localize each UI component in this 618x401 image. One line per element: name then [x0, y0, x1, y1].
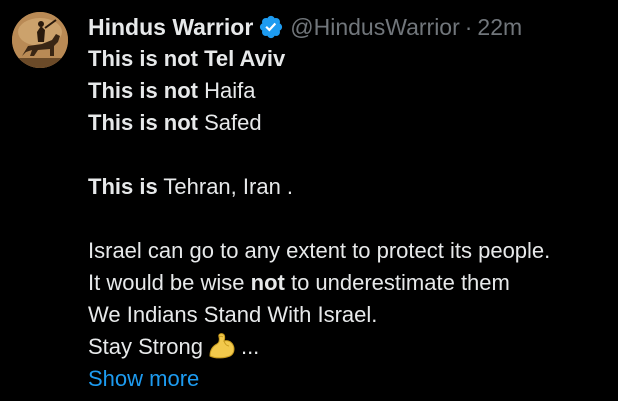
tweet-line: This is not Haifa: [88, 75, 608, 107]
tweet-line: It would be wise not to underestimate th…: [88, 267, 608, 299]
plain-text: Haifa: [198, 78, 256, 103]
flexed-biceps-icon: [207, 332, 237, 360]
show-more-link[interactable]: Show more: [88, 366, 199, 391]
bold-text: not: [250, 270, 285, 295]
ellipsis: ...: [240, 334, 260, 359]
bold-text: This is not: [88, 78, 198, 103]
tweet-header: Hindus Warrior @HindusWarrior · 22m: [88, 12, 522, 42]
plain-text: Safed: [198, 110, 262, 135]
tweet-line: This is not Tel Aviv: [88, 43, 608, 75]
bold-text: This is not Tel Aviv: [88, 46, 286, 71]
show-more-row: Show more: [88, 363, 608, 395]
bold-text: This is not: [88, 110, 198, 135]
plain-text: Stay Strong: [88, 334, 203, 359]
bold-text: This is: [88, 174, 158, 199]
avatar[interactable]: [12, 12, 68, 68]
tweet[interactable]: Hindus Warrior @HindusWarrior · 22m This…: [0, 0, 618, 401]
tweet-line: Israel can go to any extent to protect i…: [88, 238, 551, 263]
plain-text: to underestimate them: [284, 270, 510, 295]
tweet-timestamp[interactable]: 22m: [477, 12, 522, 42]
user-handle[interactable]: @HindusWarrior: [290, 12, 459, 42]
tweet-line: We Indians Stand With Israel.: [88, 302, 378, 327]
plain-text: Tehran, Iran .: [157, 174, 294, 199]
separator-dot: ·: [464, 14, 473, 40]
avatar-image: [12, 12, 68, 68]
tweet-line: This is not Safed: [88, 107, 608, 139]
tweet-line: This is Tehran, Iran .: [88, 171, 608, 203]
plain-text: It would be wise: [88, 270, 251, 295]
tweet-text: This is not Tel Aviv This is not Haifa T…: [88, 43, 608, 395]
display-name[interactable]: Hindus Warrior: [88, 12, 253, 42]
tweet-line: Stay Strong ...: [88, 331, 608, 363]
verified-badge-icon: [258, 14, 284, 40]
